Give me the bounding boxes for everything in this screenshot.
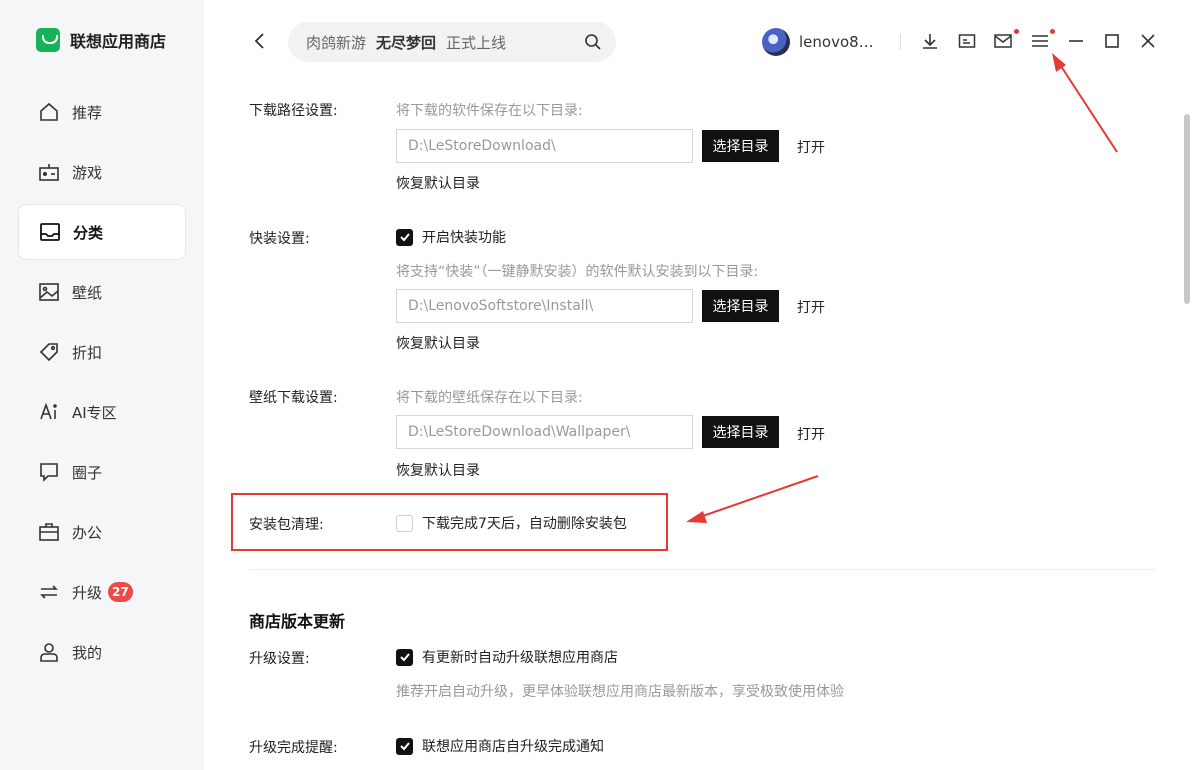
quick-install-restore-link[interactable]: 恢复默认目录 (396, 333, 480, 353)
arrow-to-cleanup-option (686, 475, 819, 523)
scrollbar-thumb[interactable] (1184, 114, 1190, 304)
message-box-icon (958, 34, 976, 48)
category-icon (39, 221, 61, 243)
toolbar-divider (900, 34, 901, 50)
section-title: 商店版本更新 (249, 612, 346, 631)
download-path-open-link[interactable]: 打开 (797, 137, 825, 157)
sidebar-item-label: 升级 (72, 583, 103, 602)
menu-icon (1032, 35, 1048, 47)
sidebar-item-mine[interactable]: 我的 (18, 624, 186, 680)
quick-install-hint: 将支持“快装”（一键静默安装）的软件默认安装到以下目录: (396, 264, 759, 280)
mail-icon (994, 34, 1012, 48)
upgrade-notify-label: 升级完成提醒: (249, 740, 338, 756)
sidebar-item-wallpaper[interactable]: 壁纸 (18, 264, 186, 320)
gamepad-icon (38, 161, 60, 183)
sidebar-item-ai[interactable]: AI专区 (18, 384, 186, 440)
sidebar-item-label: 推荐 (72, 103, 103, 122)
home-icon (38, 101, 60, 123)
sidebar-item-label: AI专区 (72, 403, 117, 422)
search-highlight: 无尽梦回 (376, 33, 437, 52)
download-icon (923, 34, 937, 49)
sidebar-item-label: 分类 (73, 223, 104, 242)
sidebar-item-office[interactable]: 办公 (18, 504, 186, 560)
wallpaper-path-input[interactable] (396, 415, 693, 449)
auto-upgrade-checkbox[interactable]: 有更新时自动升级联想应用商店 (396, 647, 618, 667)
sidebar-item-label: 办公 (72, 523, 103, 542)
checkbox-label: 有更新时自动升级联想应用商店 (422, 650, 618, 666)
search-bar[interactable]: 肉鸽新游 无尽梦回 正式上线 (288, 22, 616, 62)
wallpaper-path-hint: 将下载的壁纸保存在以下目录: (396, 390, 583, 406)
upgrade-settings-label: 升级设置: (249, 651, 310, 667)
user-account[interactable]: lenovo8… (762, 28, 874, 56)
download-path-restore-link[interactable]: 恢复默认目录 (396, 173, 480, 193)
checkbox-label: 联想应用商店自升级完成通知 (422, 739, 604, 755)
wallpaper-choose-button[interactable]: 选择目录 (702, 416, 779, 448)
wallpaper-path-label: 壁纸下载设置: (249, 390, 338, 406)
download-path-label: 下载路径设置: (249, 103, 338, 119)
shopping-bag-icon (36, 28, 60, 52)
sidebar-item-label: 壁纸 (72, 283, 103, 302)
quick-install-checkbox[interactable]: 开启快装功能 (396, 227, 506, 247)
mail-button[interactable] (993, 31, 1013, 51)
sidebar: 联想应用商店 推荐 游戏 分类 壁纸 折扣 AI专区 圈子 办公 升级 27 我… (0, 0, 204, 770)
checkbox-checked-icon (396, 648, 413, 666)
back-button[interactable] (250, 30, 270, 52)
upgrade-count-badge: 27 (108, 582, 133, 602)
upgrade-hint: 推荐开启自动升级，更早体验联想应用商店最新版本，享受极致使用体验 (396, 684, 844, 700)
sidebar-item-label: 游戏 (72, 163, 103, 182)
arrow-to-menu-icon (1052, 53, 1118, 153)
quick-install-path-input[interactable] (396, 289, 693, 323)
download-path-input[interactable] (396, 129, 693, 163)
quick-install-label: 快装设置: (249, 231, 310, 247)
briefcase-icon (38, 521, 60, 543)
chevron-left-icon (254, 33, 264, 49)
sidebar-item-category[interactable]: 分类 (18, 204, 186, 260)
wallpaper-restore-link[interactable]: 恢复默认目录 (396, 460, 480, 480)
close-button[interactable] (1138, 31, 1158, 51)
user-icon (38, 641, 60, 663)
minimize-button[interactable] (1066, 31, 1086, 51)
ai-icon (38, 401, 60, 423)
sidebar-nav: 推荐 游戏 分类 壁纸 折扣 AI专区 圈子 办公 升级 27 我的 (18, 84, 186, 684)
sidebar-item-label: 圈子 (72, 463, 103, 482)
username: lenovo8… (799, 33, 874, 51)
minimize-icon (1069, 40, 1083, 42)
refresh-icon (38, 581, 60, 603)
wallpaper-open-link[interactable]: 打开 (797, 424, 825, 444)
menu-notification-dot (1050, 29, 1055, 34)
search-prefix: 肉鸽新游 (306, 33, 367, 52)
app-logo[interactable]: 联想应用商店 (36, 28, 166, 52)
image-icon (38, 281, 60, 303)
app-title: 联想应用商店 (70, 32, 167, 51)
tag-icon (38, 341, 60, 363)
sidebar-item-label: 我的 (72, 643, 103, 662)
sidebar-item-label: 折扣 (72, 343, 103, 362)
annotation-highlight-box (231, 493, 668, 551)
sidebar-item-circle[interactable]: 圈子 (18, 444, 186, 500)
chat-icon (38, 461, 60, 483)
message-center-button[interactable] (957, 31, 977, 51)
sidebar-item-upgrade[interactable]: 升级 27 (18, 564, 186, 620)
sidebar-item-discount[interactable]: 折扣 (18, 324, 186, 380)
search-suffix: 正式上线 (446, 33, 507, 52)
maximize-button[interactable] (1102, 31, 1122, 51)
avatar[interactable] (762, 28, 790, 56)
mail-notification-dot (1014, 29, 1019, 34)
main-menu-button[interactable] (1030, 31, 1050, 51)
download-path-choose-button[interactable]: 选择目录 (702, 130, 779, 162)
checkbox-checked-icon (396, 737, 413, 755)
sidebar-item-recommend[interactable]: 推荐 (18, 84, 186, 140)
checkbox-label: 开启快装功能 (422, 230, 506, 246)
download-button[interactable] (920, 31, 940, 51)
quick-install-open-link[interactable]: 打开 (797, 297, 825, 317)
maximize-icon (1105, 34, 1119, 48)
upgrade-notify-checkbox[interactable]: 联想应用商店自升级完成通知 (396, 736, 604, 756)
section-divider (249, 569, 1155, 570)
sidebar-item-games[interactable]: 游戏 (18, 144, 186, 200)
download-path-hint: 将下载的软件保存在以下目录: (396, 103, 583, 119)
search-icon[interactable] (584, 33, 602, 51)
quick-install-choose-button[interactable]: 选择目录 (702, 290, 779, 322)
checkbox-checked-icon (396, 228, 413, 246)
close-icon (1141, 34, 1155, 48)
